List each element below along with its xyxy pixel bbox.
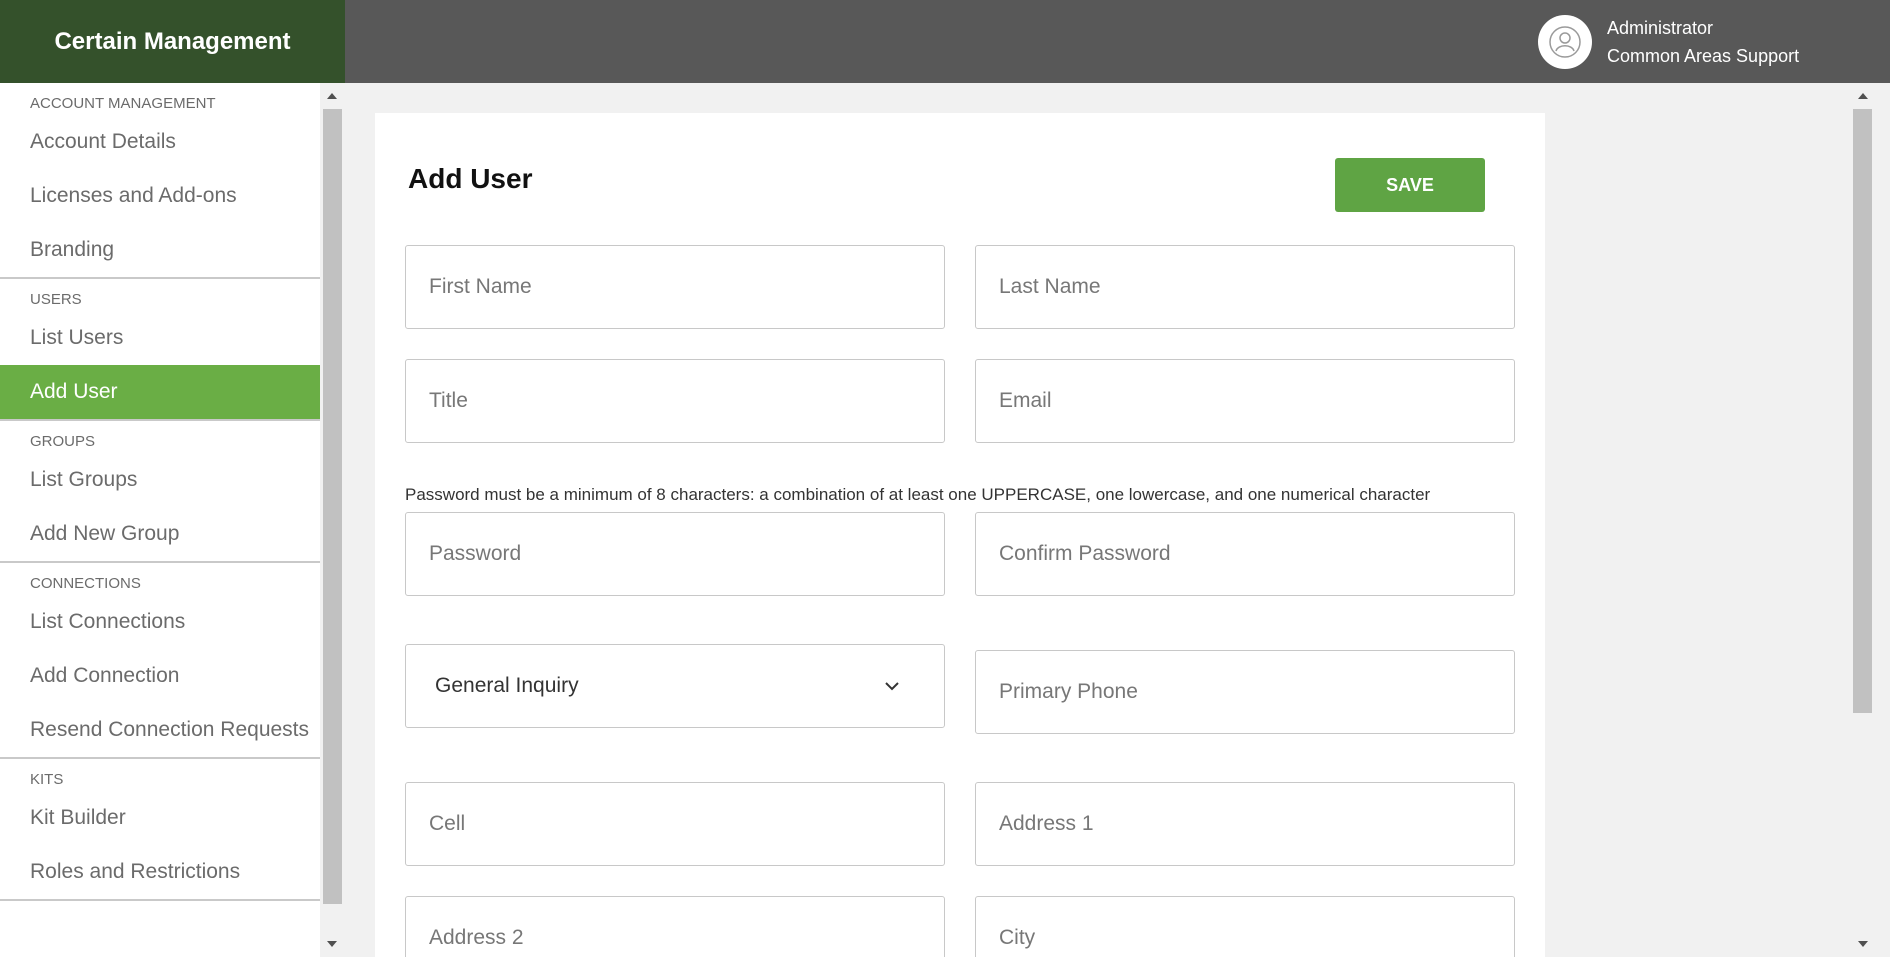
scroll-down-arrow-icon[interactable] [1858,941,1868,947]
scroll-up-arrow-icon[interactable] [1858,93,1868,99]
scroll-down-arrow-icon[interactable] [327,941,337,947]
email-field[interactable]: Email [975,359,1515,443]
divider [0,899,320,901]
main-scrollbar[interactable] [1851,83,1875,957]
page-title: Add User [408,163,533,194]
sidebar-item-roles-and-restrictions[interactable]: Roles and Restrictions [0,845,320,899]
inquiry-type-value: General Inquiry [435,674,579,697]
sidebar-item-list-groups[interactable]: List Groups [0,453,320,507]
save-button[interactable]: SAVE [1335,158,1485,212]
sidebar-scrollbar[interactable] [320,83,344,957]
divider [0,561,320,563]
sidebar-item-list-connections[interactable]: List Connections [0,595,320,649]
sidebar-item-add-new-group[interactable]: Add New Group [0,507,320,561]
divider [0,277,320,279]
primary-phone-field[interactable]: Primary Phone [975,650,1515,734]
brand-title: Certain Management [0,0,345,83]
city-field[interactable]: City [975,896,1515,957]
password-hint: Password must be a minimum of 8 characte… [405,485,1431,504]
sidebar-item-licenses[interactable]: Licenses and Add-ons [0,169,320,223]
divider [0,419,320,421]
address2-field[interactable]: Address 2 [405,896,945,957]
section-label-kits: KITS [30,771,64,788]
sidebar-item-branding[interactable]: Branding [0,223,320,277]
cell-field[interactable]: Cell [405,782,945,866]
sidebar-item-add-user[interactable]: Add User [0,365,320,419]
user-name: Administrator [1607,18,1714,38]
section-label-users: USERS [30,291,82,308]
avatar-icon[interactable] [1538,15,1592,69]
scroll-up-arrow-icon[interactable] [327,93,337,99]
section-label-account-management: ACCOUNT MANAGEMENT [30,95,216,112]
sidebar-scroll-thumb[interactable] [323,109,342,904]
main-scroll-thumb[interactable] [1853,109,1872,713]
top-header: Certain Management Administrator Common … [0,0,1890,83]
first-name-field[interactable]: First Name [405,245,945,329]
user-menu[interactable]: Administrator Common Areas Support [1538,14,1799,70]
confirm-password-field[interactable]: Confirm Password [975,512,1515,596]
sidebar-item-add-connection[interactable]: Add Connection [0,649,320,703]
last-name-field[interactable]: Last Name [975,245,1515,329]
sidebar-item-resend-connection-requests[interactable]: Resend Connection Requests [0,703,320,757]
divider [0,757,320,759]
password-field[interactable]: Password [405,512,945,596]
user-organization: Common Areas Support [1607,46,1800,66]
add-user-form: Add User SAVE First Name Last Name Title… [375,113,1545,957]
title-field[interactable]: Title [405,359,945,443]
section-label-groups: GROUPS [30,433,96,450]
address1-field[interactable]: Address 1 [975,782,1515,866]
chevron-down-icon [885,682,899,691]
sidebar: ACCOUNT MANAGEMENT Account Details Licen… [0,83,320,957]
sidebar-item-list-users[interactable]: List Users [0,311,320,365]
inquiry-type-select[interactable]: General Inquiry [405,644,945,728]
sidebar-item-account-details[interactable]: Account Details [0,115,320,169]
section-label-connections: CONNECTIONS [30,575,141,592]
sidebar-item-kit-builder[interactable]: Kit Builder [0,791,320,845]
